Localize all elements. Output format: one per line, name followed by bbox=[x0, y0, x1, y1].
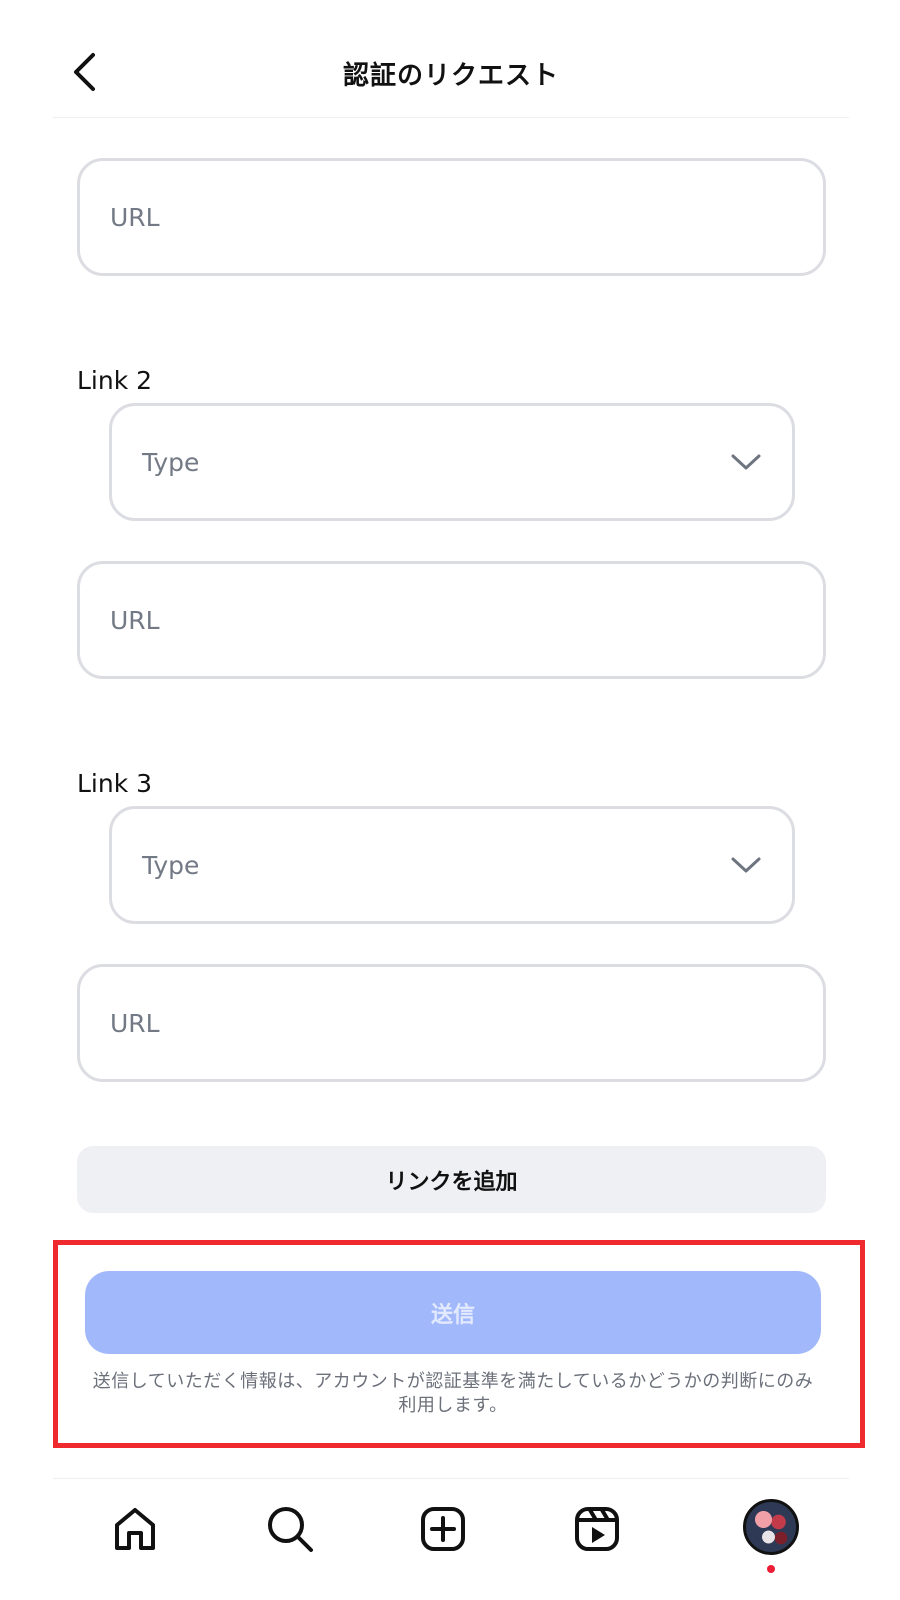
verification-request-screen: 認証のリクエスト URL Link 2 Type URL Link 3 Type… bbox=[0, 0, 900, 1600]
reels-icon bbox=[575, 1507, 619, 1551]
link3-url-placeholder: URL bbox=[110, 1008, 160, 1038]
link2-label: Link 2 bbox=[77, 366, 153, 395]
disclaimer-text: 送信していただく情報は、アカウントが認証基準を満たしているかどうかの判断にのみ … bbox=[80, 1370, 826, 1418]
nav-create[interactable] bbox=[415, 1501, 471, 1557]
add-link-button[interactable]: リンクを追加 bbox=[77, 1146, 826, 1213]
search-icon bbox=[268, 1507, 313, 1552]
create-icon bbox=[421, 1507, 465, 1551]
link3-type-placeholder: Type bbox=[142, 850, 200, 880]
home-icon bbox=[115, 1508, 155, 1550]
page-title: 認証のリクエスト bbox=[342, 61, 559, 91]
notification-dot bbox=[767, 1565, 775, 1573]
nav-search[interactable] bbox=[262, 1501, 318, 1557]
link2-type-select[interactable]: Type bbox=[109, 403, 795, 521]
link2-url-input[interactable]: URL bbox=[77, 561, 826, 679]
link3-label: Link 3 bbox=[77, 769, 153, 798]
bottom-nav bbox=[53, 1478, 849, 1600]
nav-reels[interactable] bbox=[569, 1501, 625, 1557]
disclaimer-line-1: 送信していただく情報は、アカウントが認証基準を満たしているかどうかの判断にのみ bbox=[92, 1371, 814, 1392]
submit-button[interactable]: 送信 bbox=[85, 1271, 821, 1354]
link2-type-placeholder: Type bbox=[142, 447, 200, 477]
chevron-down-icon bbox=[731, 454, 761, 470]
link3-type-select[interactable]: Type bbox=[109, 806, 795, 924]
link1-url-input[interactable]: URL bbox=[77, 158, 826, 276]
nav-home[interactable] bbox=[107, 1501, 163, 1557]
disclaimer-line-2: 利用します。 bbox=[398, 1395, 508, 1416]
header: 認証のリクエスト bbox=[53, 0, 849, 118]
link2-url-placeholder: URL bbox=[110, 605, 160, 635]
profile-avatar[interactable] bbox=[743, 1499, 799, 1555]
link3-url-input[interactable]: URL bbox=[77, 964, 826, 1082]
chevron-down-icon bbox=[731, 857, 761, 873]
link1-url-placeholder: URL bbox=[110, 202, 160, 232]
